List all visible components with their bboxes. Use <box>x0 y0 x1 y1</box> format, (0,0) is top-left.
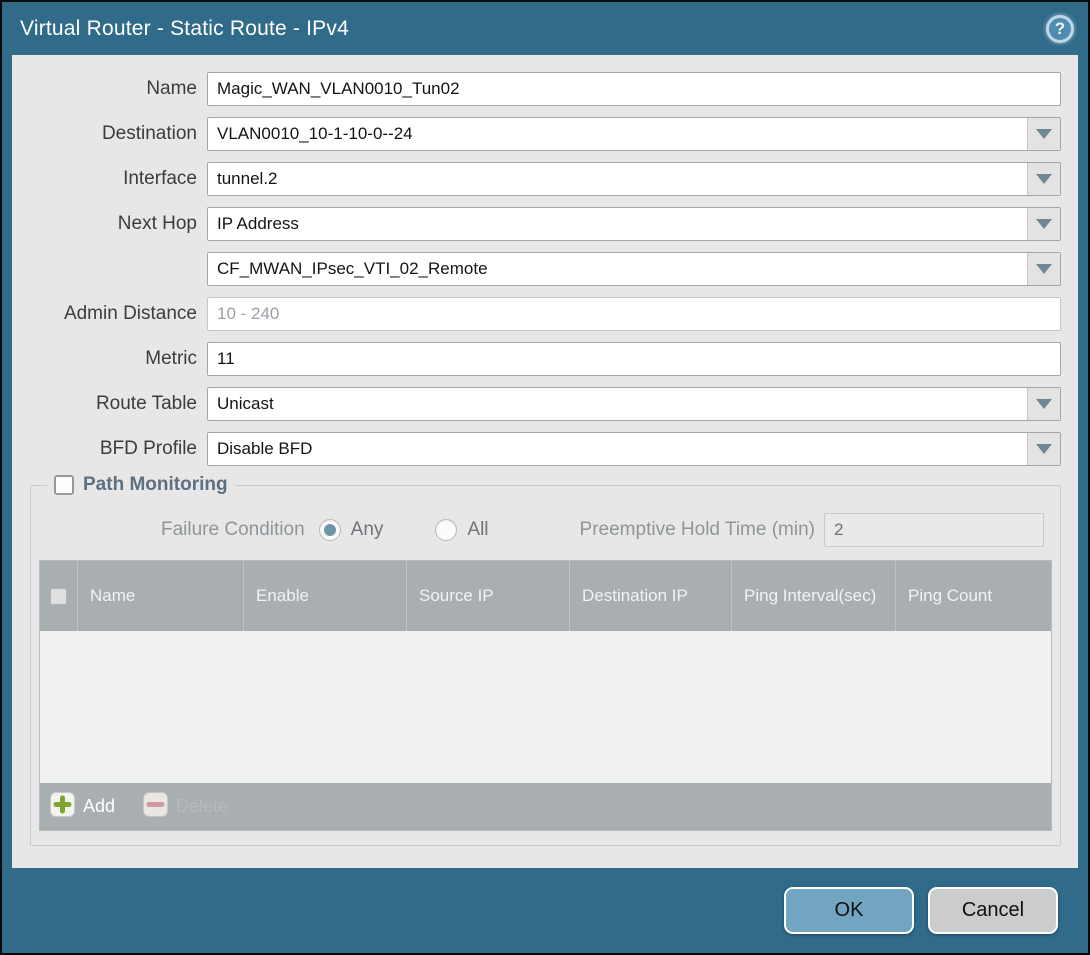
interface-input[interactable] <box>207 162 1061 196</box>
name-row: Name <box>12 66 1078 111</box>
bfd-profile-dropdown-button[interactable] <box>1027 433 1060 465</box>
interface-field <box>207 162 1061 196</box>
radio-any-label: Any <box>351 519 384 541</box>
path-monitoring-title: Path Monitoring <box>83 474 228 496</box>
ok-button[interactable]: OK <box>784 887 914 934</box>
next-hop-row: Next Hop <box>12 201 1078 246</box>
next-hop-address-field <box>207 252 1061 286</box>
destination-label: Destination <box>12 123 207 145</box>
select-all-checkbox[interactable] <box>50 588 67 605</box>
metric-row: Metric <box>12 336 1078 381</box>
preemptive-hold-time-label: Preemptive Hold Time (min) <box>580 519 815 541</box>
bfd-profile-label: BFD Profile <box>12 438 207 460</box>
add-icon <box>50 792 75 822</box>
next-hop-select[interactable] <box>207 207 1061 241</box>
metric-label: Metric <box>12 348 207 370</box>
destination-input[interactable] <box>207 117 1061 151</box>
path-monitoring-table: Name Enable Source IP Destination IP Pin… <box>39 560 1052 831</box>
static-route-dialog: Virtual Router - Static Route - IPv4 ? N… <box>0 0 1090 955</box>
delete-button[interactable]: Delete <box>143 792 228 822</box>
column-header-ping-count[interactable]: Ping Count <box>895 561 1051 631</box>
table-toolbar: Add Delete <box>40 783 1051 830</box>
select-all-cell <box>40 561 77 631</box>
radio-all-label: All <box>467 519 488 541</box>
route-table-row: Route Table <box>12 381 1078 426</box>
delete-icon <box>143 792 168 822</box>
content-panel: Name Destination Interface Next Hop <box>12 55 1078 868</box>
interface-row: Interface <box>12 156 1078 201</box>
help-icon[interactable]: ? <box>1046 15 1074 43</box>
column-header-destination-ip[interactable]: Destination IP <box>569 561 731 631</box>
destination-row: Destination <box>12 111 1078 156</box>
dialog-title: Virtual Router - Static Route - IPv4 <box>20 17 349 41</box>
failure-condition-all-option: All <box>435 519 488 541</box>
delete-label: Delete <box>176 796 228 817</box>
bfd-profile-field <box>207 432 1061 466</box>
admin-distance-field <box>207 297 1061 331</box>
route-table-dropdown-button[interactable] <box>1027 388 1060 420</box>
cancel-button[interactable]: Cancel <box>928 887 1058 934</box>
next-hop-dropdown-button[interactable] <box>1027 208 1060 240</box>
column-header-source-ip[interactable]: Source IP <box>406 561 569 631</box>
dialog-footer: OK Cancel <box>2 868 1088 953</box>
chevron-down-icon <box>1036 174 1052 184</box>
chevron-down-icon <box>1036 444 1052 454</box>
destination-dropdown-button[interactable] <box>1027 118 1060 150</box>
next-hop-address-row <box>12 246 1078 291</box>
path-monitoring-legend: Path Monitoring <box>47 474 235 496</box>
path-monitoring-checkbox[interactable] <box>54 475 74 495</box>
chevron-down-icon <box>1036 219 1052 229</box>
next-hop-address-input[interactable] <box>207 252 1061 286</box>
path-monitoring-section: Path Monitoring Failure Condition Any Al… <box>30 474 1061 846</box>
destination-field <box>207 117 1061 151</box>
next-hop-field <box>207 207 1061 241</box>
titlebar: Virtual Router - Static Route - IPv4 ? <box>2 2 1088 55</box>
preemptive-hold-time-input[interactable] <box>824 513 1044 547</box>
add-label: Add <box>83 796 115 817</box>
column-header-name[interactable]: Name <box>77 561 243 631</box>
chevron-down-icon <box>1036 129 1052 139</box>
route-table-field <box>207 387 1061 421</box>
column-header-ping-interval[interactable]: Ping Interval(sec) <box>731 561 895 631</box>
route-table-label: Route Table <box>12 393 207 415</box>
name-input[interactable] <box>207 72 1061 106</box>
radio-all[interactable] <box>435 519 457 541</box>
bfd-profile-row: BFD Profile <box>12 426 1078 471</box>
chevron-down-icon <box>1036 399 1052 409</box>
failure-condition-label: Failure Condition <box>161 519 305 541</box>
name-field <box>207 72 1061 106</box>
bfd-profile-select[interactable] <box>207 432 1061 466</box>
table-body-empty <box>40 631 1051 783</box>
add-button[interactable]: Add <box>50 792 115 822</box>
failure-condition-row: Failure Condition Any All Preemptive Hol… <box>39 510 1052 550</box>
interface-dropdown-button[interactable] <box>1027 163 1060 195</box>
name-label: Name <box>12 78 207 100</box>
metric-field <box>207 342 1061 376</box>
radio-any[interactable] <box>319 519 341 541</box>
failure-condition-any-option: Any <box>319 519 384 541</box>
admin-distance-row: Admin Distance <box>12 291 1078 336</box>
admin-distance-input[interactable] <box>207 297 1061 331</box>
chevron-down-icon <box>1036 264 1052 274</box>
table-header: Name Enable Source IP Destination IP Pin… <box>40 561 1051 631</box>
admin-distance-label: Admin Distance <box>12 303 207 325</box>
column-header-enable[interactable]: Enable <box>243 561 406 631</box>
route-table-select[interactable] <box>207 387 1061 421</box>
next-hop-address-dropdown-button[interactable] <box>1027 253 1060 285</box>
interface-label: Interface <box>12 168 207 190</box>
metric-input[interactable] <box>207 342 1061 376</box>
next-hop-label: Next Hop <box>12 213 207 235</box>
